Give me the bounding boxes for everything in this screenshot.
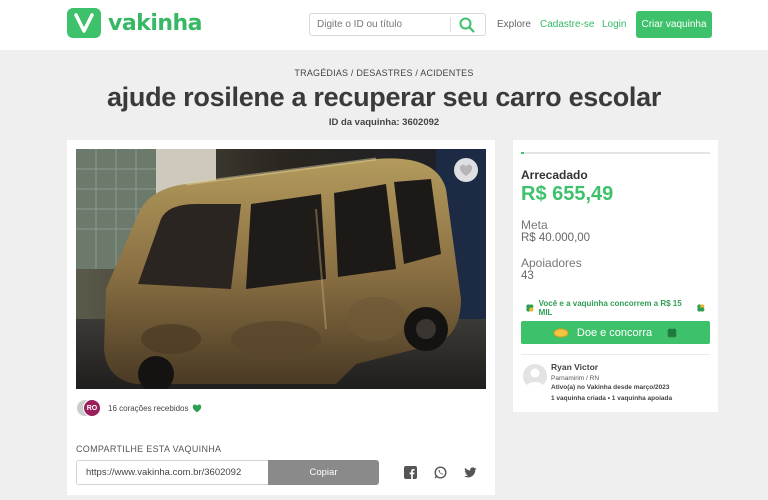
vaquinha-id: ID da vaquinha: 3602092 (328, 117, 440, 128)
donation-card: Arrecadado R$ 655,49 Meta R$ 40.000,00 A… (513, 140, 718, 412)
clover-icon (526, 304, 534, 312)
clover-icon (697, 304, 705, 312)
heart-icon (192, 403, 201, 412)
vakinha-logo[interactable]: vakinha (67, 8, 203, 38)
share-url-field[interactable]: https://www.vakinha.com.br/3602092 (76, 460, 268, 485)
page-title: ajude rosilene a recuperar seu carro esc… (106, 82, 662, 112)
search-box (309, 13, 486, 36)
supporters-label: Apoiadores (521, 256, 582, 270)
organizer-location: Parnamirim / RN (551, 375, 600, 382)
nav-cadastre[interactable]: Cadastre-se (540, 19, 594, 30)
heart-icon (459, 164, 473, 176)
campaign-photo (76, 149, 486, 389)
clover-icon (667, 328, 677, 337)
hearts-received: RO 16 corações recebidos (76, 399, 202, 417)
organizer-stats: 1 vaquinha criada • 1 vaquinha apoiada (551, 395, 673, 402)
supporter-avatars: RO (76, 399, 102, 417)
twitter-icon[interactable] (464, 466, 477, 479)
nav-login[interactable]: Login (602, 19, 626, 30)
logo-text: vakinha (108, 10, 203, 36)
breadcrumb-category[interactable]: TRAGÉDIAS / DESASTRES / ACIDENTES (0, 68, 768, 78)
organizer-avatar[interactable] (523, 364, 547, 388)
nav-explore[interactable]: Explore (497, 19, 531, 30)
search-divider (450, 17, 451, 32)
progress-bar (521, 152, 710, 154)
campaign-card: RO 16 corações recebidos COMPARTILHE EST… (67, 140, 495, 495)
facebook-icon[interactable] (404, 466, 417, 479)
raised-value: R$ 655,49 (521, 183, 614, 205)
organizer-name[interactable]: Ryan Victor (551, 362, 598, 372)
divider (521, 354, 710, 355)
search-input[interactable] (310, 14, 450, 35)
progress-fill (521, 152, 525, 154)
logo-icon (67, 8, 101, 38)
donate-button[interactable]: Doe e concorra (521, 321, 710, 344)
create-vaquinha-button[interactable]: Criar vaquinha (636, 11, 712, 38)
whatsapp-icon[interactable] (434, 466, 447, 479)
donate-label: Doe e concorra (576, 326, 653, 339)
burned-van-image (76, 149, 486, 389)
raised-label: Arrecadado (521, 168, 588, 182)
copy-button[interactable]: Copiar (268, 460, 379, 485)
top-header: vakinha Explore Cadastre-se Login Criar … (0, 0, 768, 50)
search-button[interactable] (458, 16, 478, 34)
promo-text: Você e a vaquinha concorrem a R$ 15 MIL (538, 299, 682, 317)
organizer-active-since: Ativo(a) no Vakinha desde março/2023 (551, 384, 670, 391)
user-icon (526, 368, 544, 388)
share-label: COMPARTILHE ESTA VAQUINHA (76, 444, 222, 454)
favorite-button[interactable] (454, 158, 478, 182)
goal-value: R$ 40.000,00 (521, 232, 591, 244)
supporters-value: 43 (521, 270, 534, 282)
goal-label: Meta (521, 218, 548, 232)
hearts-count: 16 corações recebidos (108, 403, 189, 413)
promo-banner: Você e a vaquinha concorrem a R$ 15 MIL (521, 299, 710, 317)
avatar: RO (83, 399, 101, 417)
coin-icon (553, 328, 569, 337)
search-icon (459, 17, 475, 33)
